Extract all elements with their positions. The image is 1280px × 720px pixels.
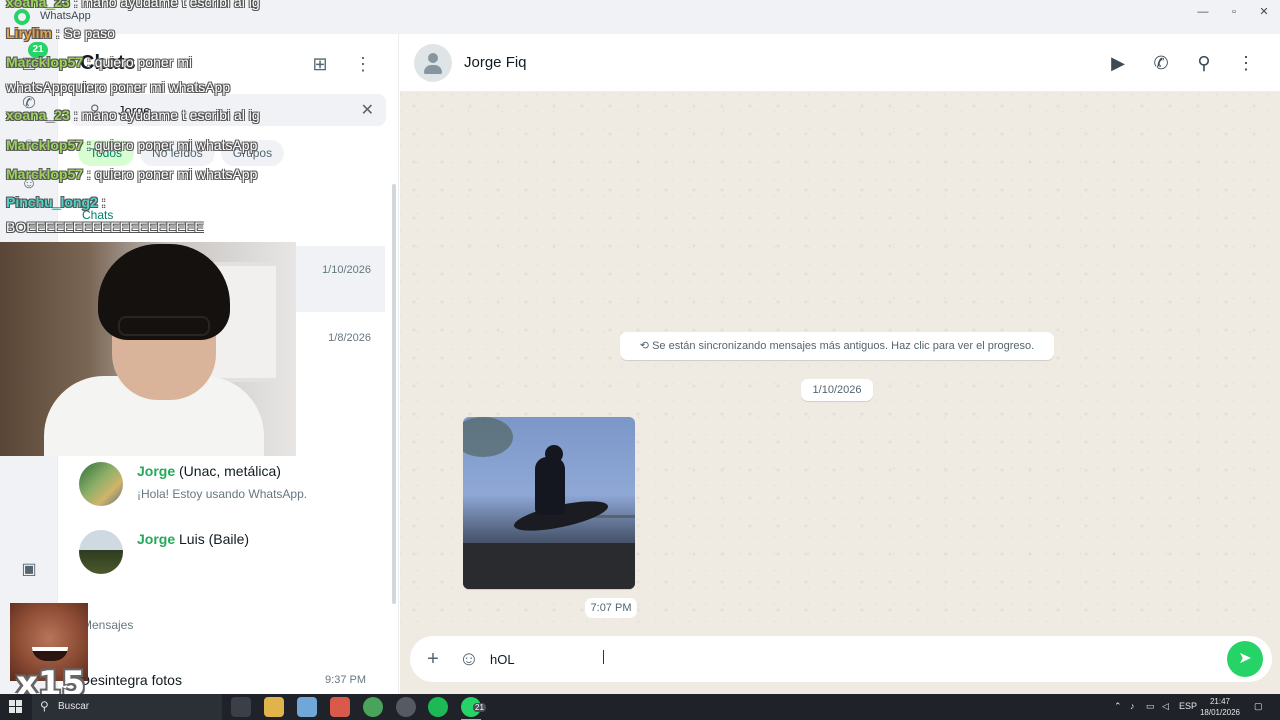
close-window-button[interactable]: ✕ — [1251, 4, 1277, 20]
webcam-person-glasses — [118, 316, 210, 336]
maximize-button[interactable]: ▫ — [1221, 4, 1247, 20]
status-icon[interactable]: ◌ — [19, 134, 39, 154]
composer-bar: + ☺ ➤ — [400, 634, 1280, 694]
conversation-body: ⟲ Se están sincronizando mensajes más an… — [400, 92, 1280, 634]
minimize-button[interactable]: — — [1190, 4, 1216, 20]
chat-name: Jorge (Unac, metálica) — [137, 463, 281, 479]
search-icon[interactable]: ⚲ — [1192, 51, 1216, 75]
spotify-icon[interactable] — [428, 697, 448, 717]
avatar — [79, 530, 123, 574]
date-separator: 1/10/2026 — [801, 379, 873, 401]
whatsapp-logo-icon — [14, 9, 30, 25]
composer-field: + ☺ ➤ — [410, 636, 1272, 682]
taskbar-clock[interactable]: 21:47 18/01/2026 — [1196, 696, 1244, 718]
filter-chips: Todos No leídos Grupos — [78, 140, 290, 166]
start-menu-icon[interactable] — [9, 700, 23, 714]
chat-name-rest: (Unac, metálica) — [175, 463, 281, 479]
chat-name-match: Jorge — [137, 531, 176, 547]
chat-date: 1/8/2026 — [328, 332, 371, 344]
windows-taskbar: ⚲ Buscar ⌃ ♪ ▭ ◁ ESP ▢ — [0, 694, 1280, 720]
filter-groups[interactable]: Grupos — [220, 140, 285, 166]
filter-all[interactable]: Todos — [78, 140, 135, 166]
app-title: WhatsApp — [40, 10, 91, 22]
file-explorer-icon[interactable] — [264, 697, 284, 717]
chat-preview: ¡Hola! Estoy usando WhatsApp. — [137, 487, 308, 501]
task-view-icon[interactable] — [231, 697, 251, 717]
taskbar-search-label: Buscar — [58, 701, 90, 712]
sync-icon: ⟲ — [639, 340, 653, 352]
communities-icon[interactable]: ☺ — [19, 174, 39, 194]
chat-name-match: Jorge — [137, 463, 176, 479]
window-titlebar: WhatsApp — ▫ ✕ — [0, 0, 1280, 34]
chats-unread-badge: 21 — [28, 42, 48, 58]
image-cat — [535, 457, 565, 515]
video-call-icon[interactable]: ▶ — [1106, 51, 1130, 75]
chrome-icon[interactable] — [363, 697, 383, 717]
avatar — [79, 462, 123, 506]
tray-chevron-icon[interactable]: ⌃ — [1114, 701, 1122, 712]
obs-icon[interactable] — [396, 697, 416, 717]
sync-notice-text: Se están sincronizando mensajes más anti… — [652, 340, 1035, 352]
new-chat-icon[interactable]: ⊞ — [308, 52, 332, 76]
message-input[interactable] — [490, 649, 1190, 669]
section-chats-label: Chats — [82, 208, 114, 222]
filter-unread[interactable]: No leídos — [140, 140, 215, 166]
chat-date: 1/10/2026 — [322, 264, 371, 276]
search-box: ⚲ ✕ — [70, 94, 386, 126]
notifications-icon[interactable]: ▢ — [1254, 701, 1263, 712]
chat-item[interactable]: Jorge Luis (Baile) — [58, 519, 385, 585]
webcam-overlay — [0, 242, 296, 456]
send-button[interactable]: ➤ — [1227, 641, 1263, 677]
image-tree — [463, 417, 513, 457]
taskbar-search[interactable]: ⚲ Buscar — [32, 694, 222, 720]
search-input[interactable] — [118, 100, 348, 120]
conversation-header: Jorge Fiq ▶ ✆ ⚲ ⋮ — [400, 34, 1280, 92]
media-icon[interactable]: ▣ — [19, 560, 39, 580]
media-message-image[interactable] — [463, 417, 635, 589]
sticker-mouth — [32, 647, 68, 661]
menu-kebab-icon[interactable]: ⋮ — [1234, 51, 1258, 75]
volume-icon[interactable]: ◁ — [1162, 701, 1169, 712]
app-icon[interactable] — [330, 697, 350, 717]
chat-list-scrollbar[interactable] — [392, 184, 396, 604]
clear-search-icon[interactable]: ✕ — [361, 100, 374, 120]
contact-name[interactable]: Jorge Fiq — [464, 54, 527, 71]
voice-call-icon[interactable]: ✆ — [1149, 51, 1173, 75]
clock-date: 18/01/2026 — [1199, 708, 1241, 717]
calls-icon[interactable]: ✆ — [19, 94, 39, 114]
message-result-time: 9:37 PM — [325, 674, 366, 686]
sticker-icon[interactable]: ☺ — [457, 647, 481, 671]
sync-notice[interactable]: ⟲ Se están sincronizando mensajes más an… — [620, 332, 1054, 360]
network-icon[interactable]: ▭ — [1146, 701, 1155, 712]
menu-kebab-icon[interactable]: ⋮ — [351, 52, 375, 76]
media-message-time: 7:07 PM — [585, 598, 637, 618]
microphone-icon[interactable]: ♪ — [1130, 701, 1135, 711]
chat-name-rest: Luis (Baile) — [175, 531, 250, 547]
search-icon: ⚲ — [40, 699, 49, 713]
clock-time: 21:47 — [1209, 697, 1231, 706]
chat-item[interactable]: Jorge (Unac, metálica) ¡Hola! Estoy usan… — [58, 451, 385, 517]
section-messages-label: Mensajes — [82, 618, 134, 632]
text-cursor-icon — [603, 650, 604, 664]
whatsapp-taskbar-badge: 21 — [473, 703, 486, 712]
image-ground — [463, 543, 635, 589]
message-result-title[interactable]: Desintegra fotos — [80, 672, 182, 688]
notepad-icon[interactable] — [297, 697, 317, 717]
language-indicator[interactable]: ESP — [1179, 701, 1197, 711]
image-cat-head — [545, 445, 563, 463]
search-icon: ⚲ — [90, 102, 100, 117]
attach-plus-icon[interactable]: + — [421, 647, 445, 671]
chat-panel-title: Chats — [80, 52, 136, 74]
chat-name: Jorge Luis (Baile) — [137, 531, 249, 547]
contact-avatar[interactable] — [414, 44, 452, 82]
